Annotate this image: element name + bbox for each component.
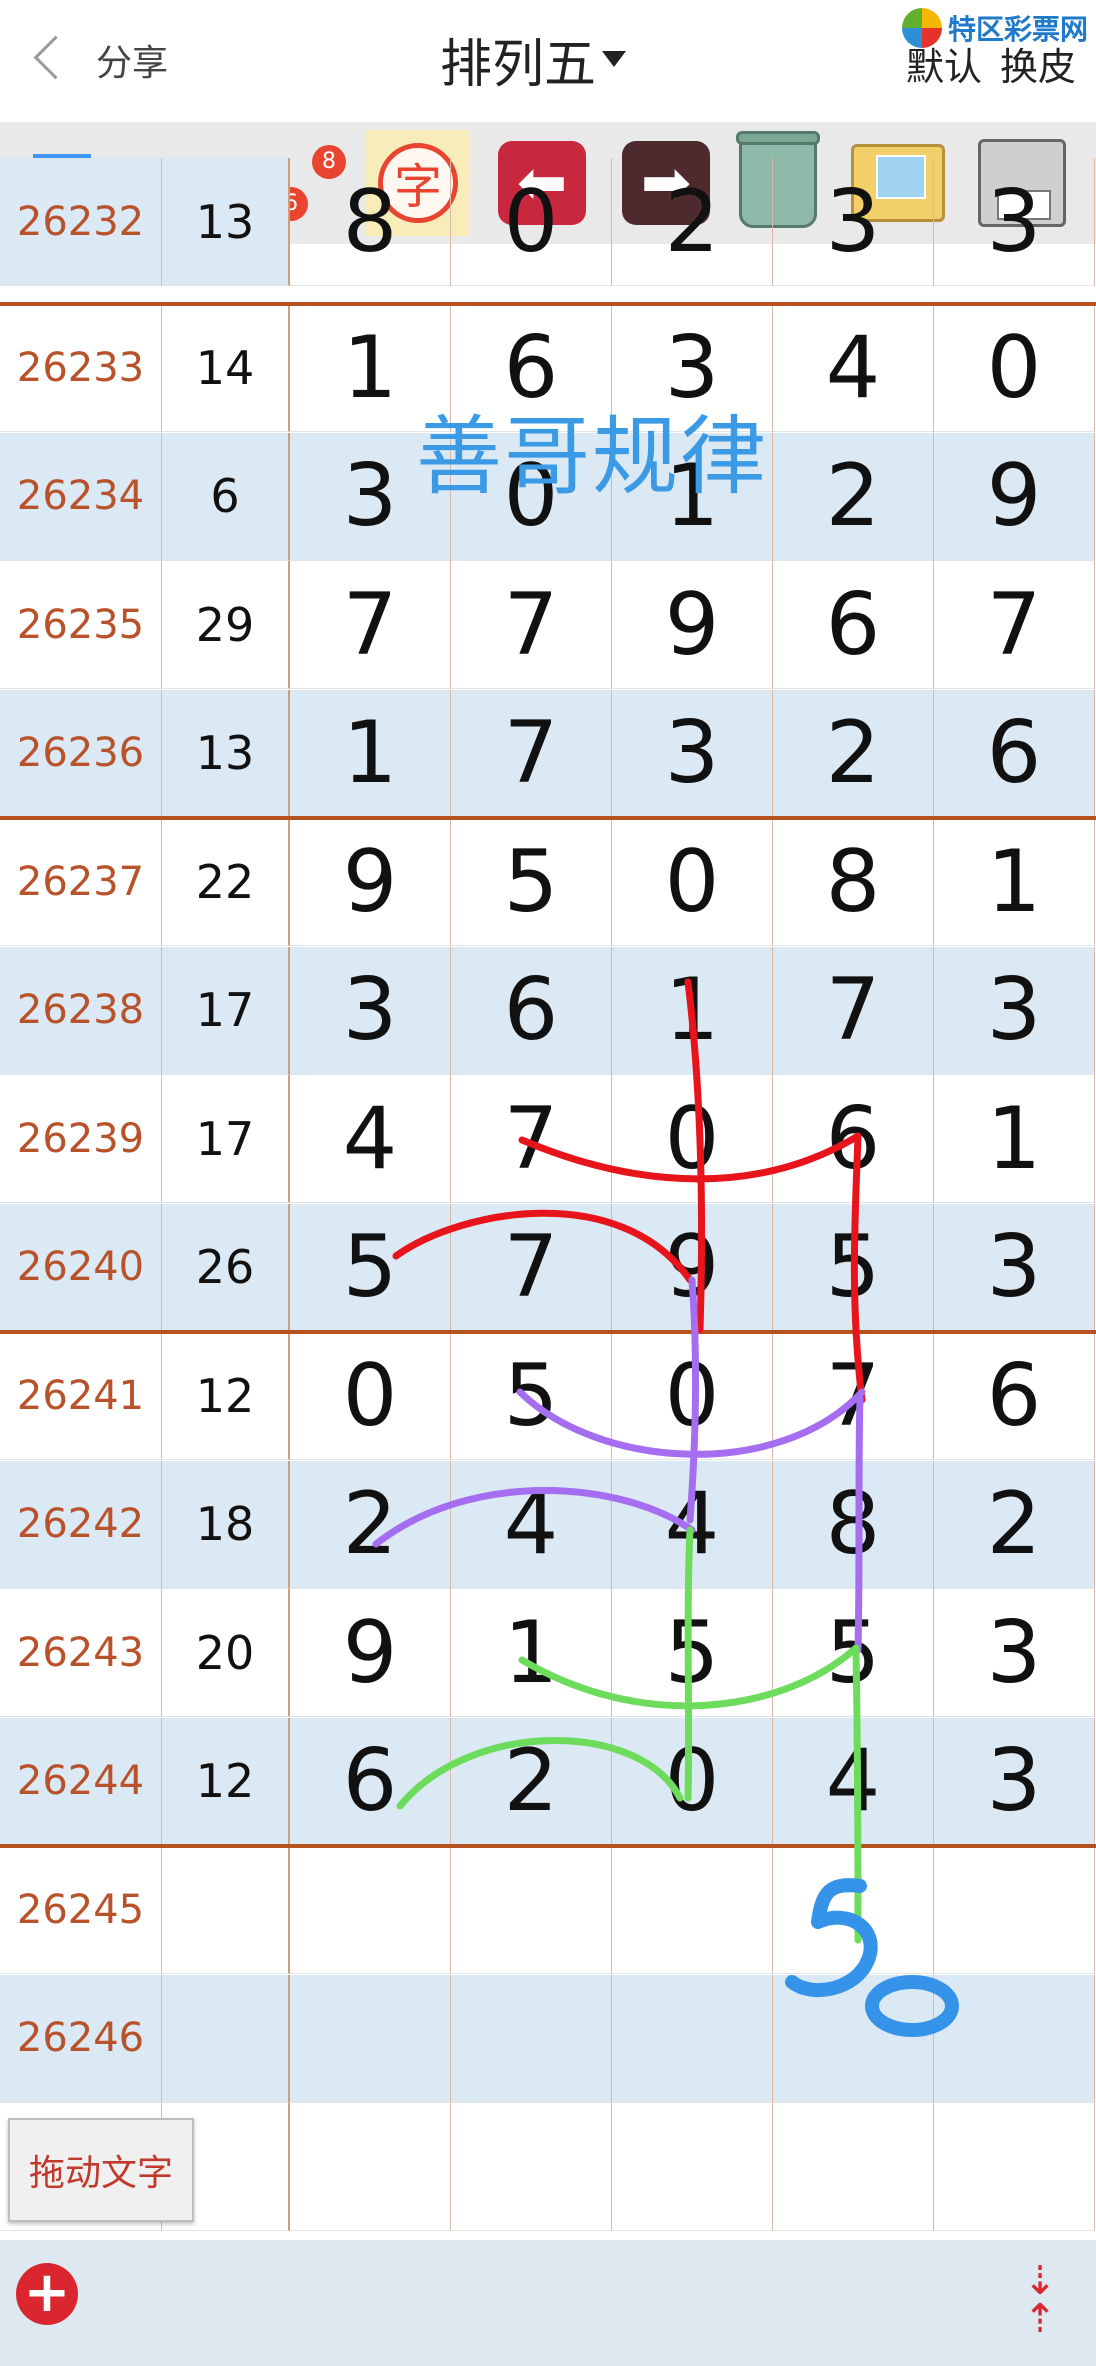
drag-text-button[interactable]: 拖动文字: [8, 2118, 194, 2222]
resize-handle-icon[interactable]: ⇣ ⇡: [1020, 2261, 1060, 2340]
green-strokes: [396, 1526, 862, 1944]
purple-strokes: [372, 1276, 866, 1654]
add-icon[interactable]: +: [16, 2263, 78, 2325]
handwritten-fifty: [785, 1878, 959, 2037]
red-strokes: [392, 978, 866, 1404]
drawing-overlay: [372, 978, 959, 2037]
bottom-bar: [0, 2240, 1096, 2366]
